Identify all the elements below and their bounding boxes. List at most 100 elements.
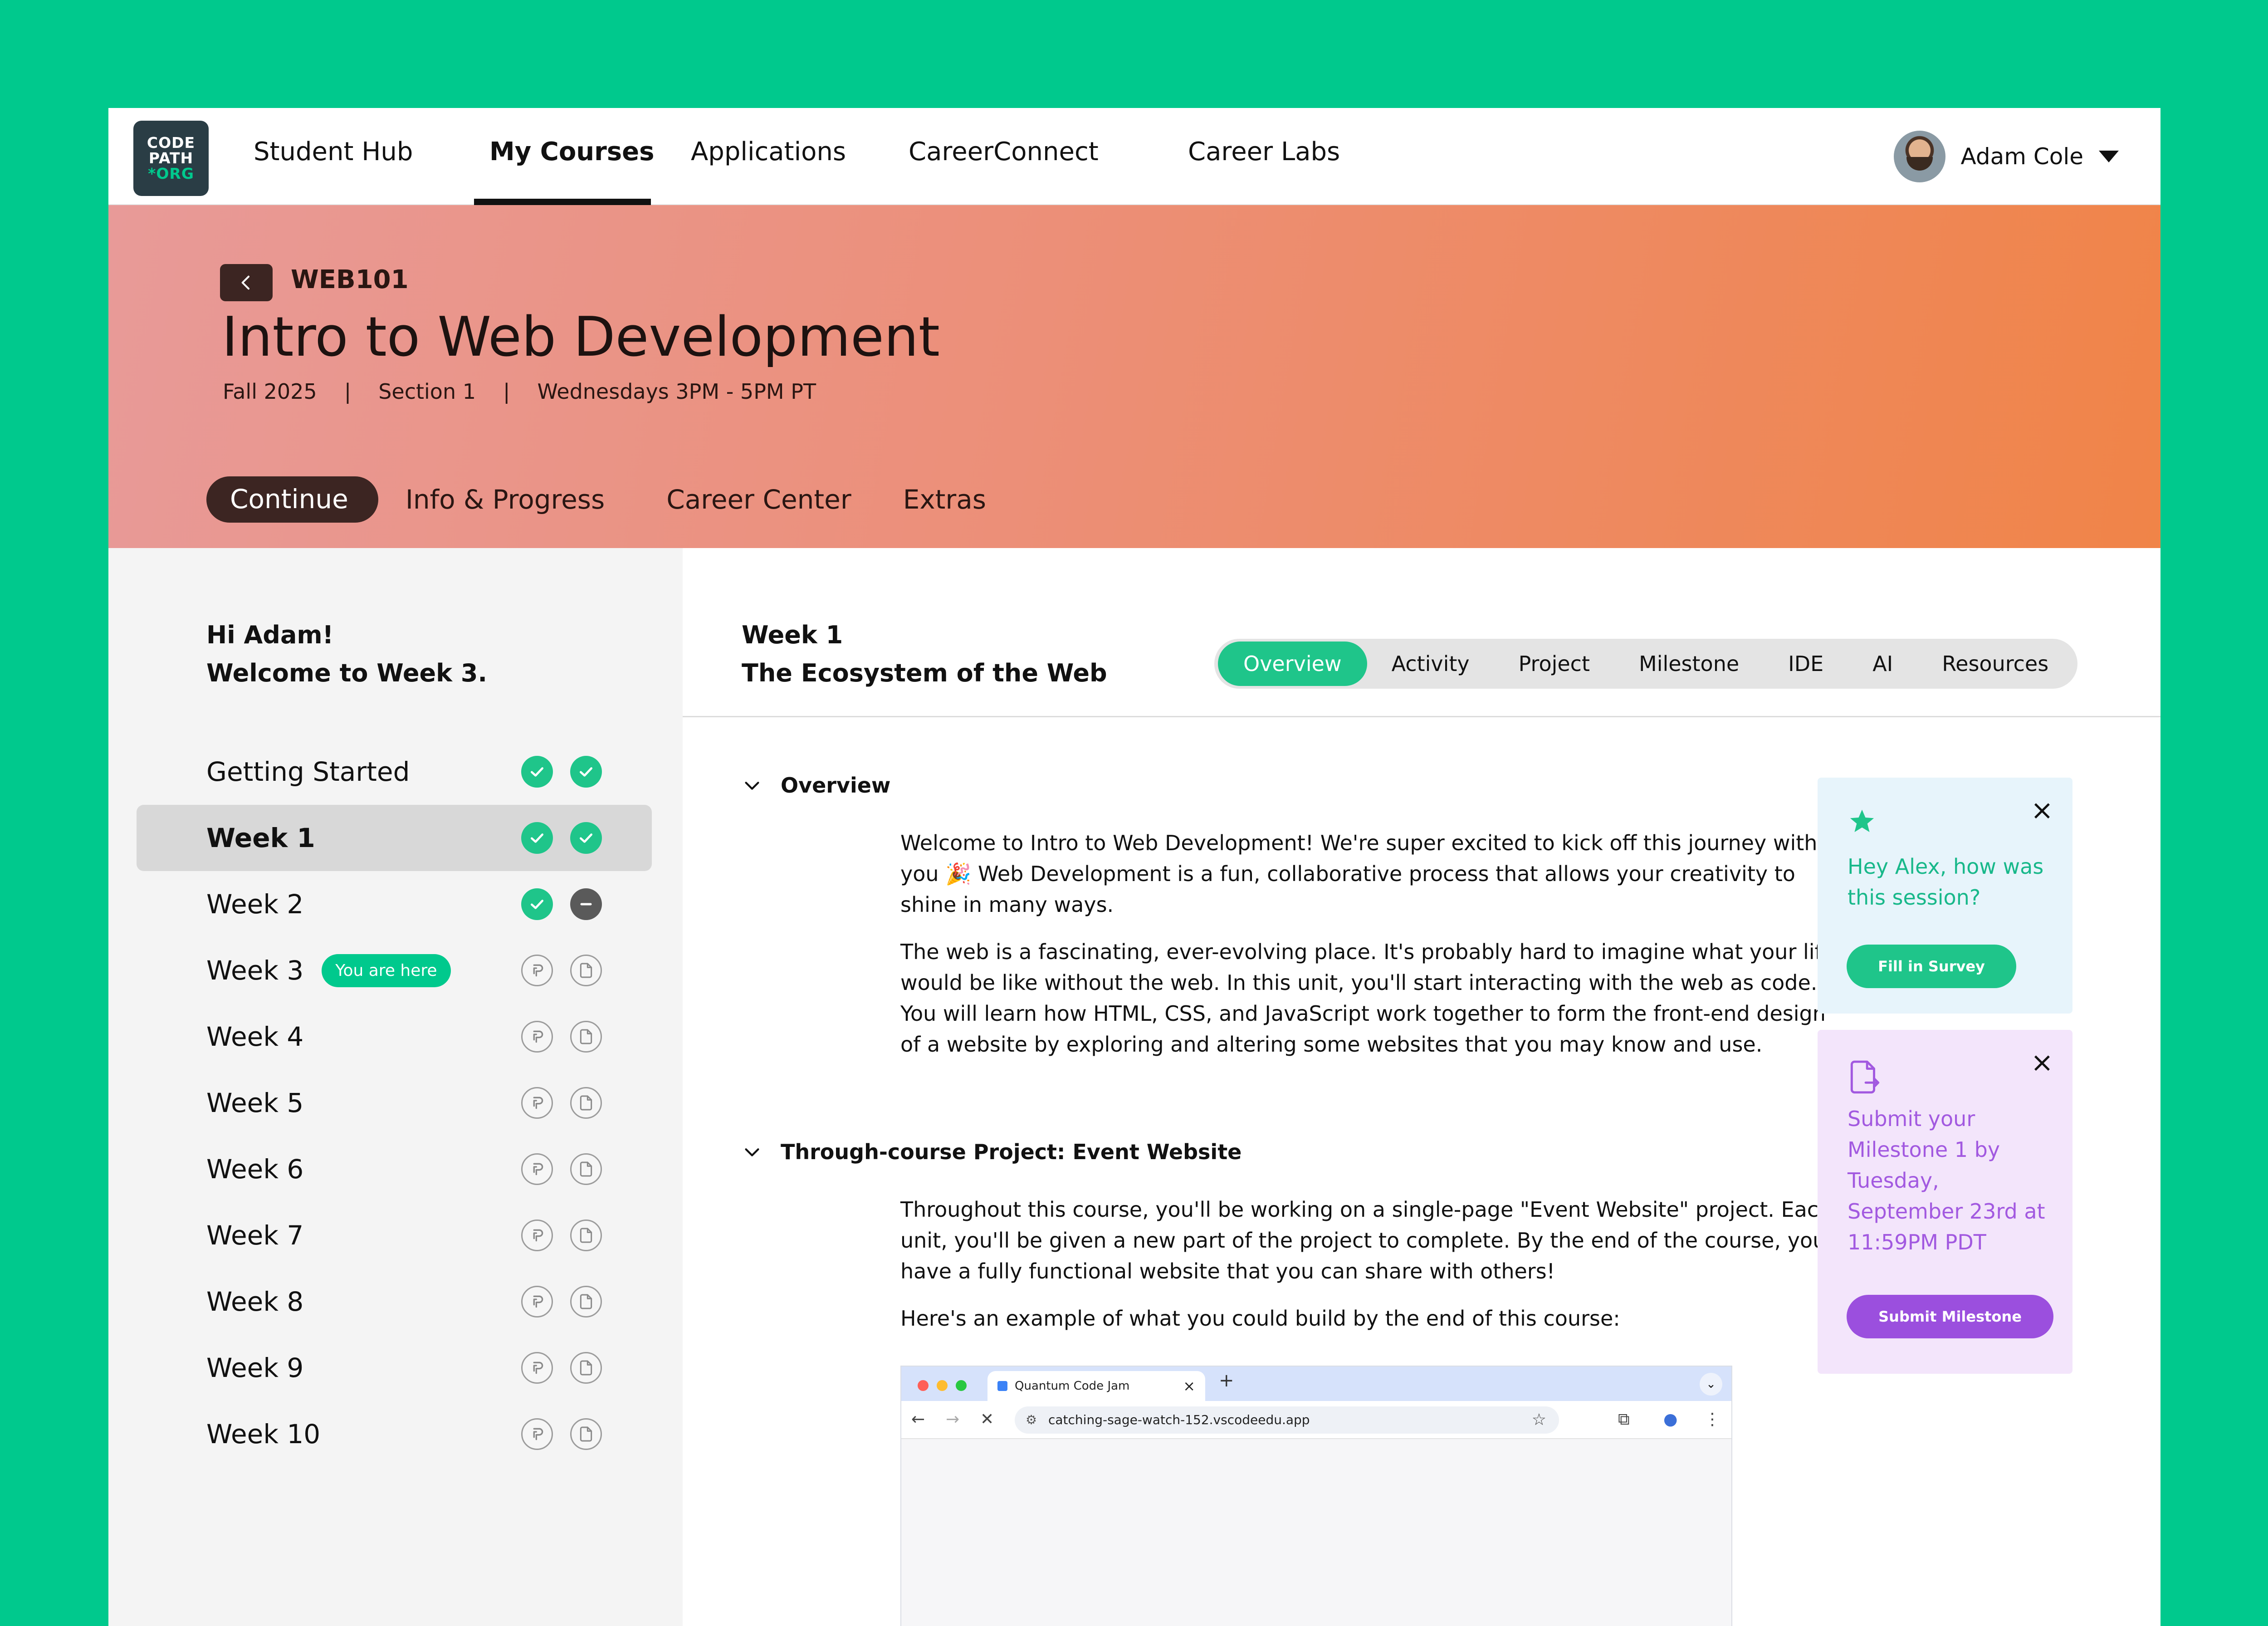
survey-card: × Hey Alex, how was this session? Fill i…	[1818, 778, 2072, 1014]
sidebar-week-item[interactable]: Week 6	[137, 1136, 652, 1202]
user-menu[interactable]: Adam Cole	[1893, 131, 2119, 182]
browser-tab: Quantum Code Jam ×	[987, 1371, 1205, 1401]
nav-career-labs[interactable]: Career Labs	[1188, 137, 1340, 167]
tab-activity[interactable]: Activity	[1367, 651, 1494, 676]
tab-career-center[interactable]: Career Center	[666, 484, 851, 515]
minus-circle-icon	[570, 888, 602, 920]
nav-my-courses[interactable]: My Courses	[489, 137, 654, 167]
browser-address-bar: ← → ✕ ⚙ catching-sage-watch-152.vscodeed…	[901, 1401, 1731, 1439]
tab-list-chevron-icon: ⌄	[1700, 1373, 1722, 1396]
chevron-down-icon	[745, 1148, 759, 1156]
sidebar-week-item[interactable]: Week 2	[137, 871, 652, 937]
tab-resources[interactable]: Resources	[1917, 651, 2073, 676]
document-pending-icon	[570, 955, 602, 986]
chevron-down-icon	[745, 782, 759, 790]
project-pending-icon	[521, 1352, 553, 1384]
avatar	[1893, 131, 1945, 182]
course-hero: WEB101 Intro to Web Development Fall 202…	[108, 205, 2160, 548]
overview-heading: Overview	[781, 773, 891, 798]
tab-ai[interactable]: AI	[1848, 651, 1917, 676]
week-item-label: Week 7	[206, 1220, 304, 1251]
tab-ide[interactable]: IDE	[1764, 651, 1848, 676]
project-pending-icon	[521, 1418, 553, 1450]
check-circle-icon	[570, 822, 602, 854]
course-meta: Fall 2025 | Section 1 | Wednesdays 3PM -…	[223, 379, 816, 404]
document-pending-icon	[570, 1153, 602, 1185]
nav-careerconnect[interactable]: CareerConnect	[909, 137, 1099, 167]
project-pending-icon	[521, 1220, 553, 1251]
user-name: Adam Cole	[1960, 143, 2083, 170]
meta-separator: |	[503, 379, 510, 404]
check-circle-icon	[570, 756, 602, 788]
sidebar-week-item[interactable]: Week 7	[137, 1202, 652, 1268]
week-item-label: Week 6	[206, 1154, 304, 1185]
sidebar-week-item[interactable]: Week 10	[137, 1401, 652, 1467]
forward-arrow-icon: →	[946, 1410, 960, 1429]
project-section-toggle[interactable]: Through-course Project: Event Website	[742, 1140, 1242, 1164]
browser-tab-bar: Quantum Code Jam × + ⌄	[901, 1366, 1731, 1401]
document-pending-icon	[570, 1087, 602, 1119]
tab-overview[interactable]: Overview	[1218, 642, 1367, 686]
tab-info-progress[interactable]: Info & Progress	[406, 484, 605, 515]
logo-line-1: CODE	[147, 134, 196, 152]
maximize-dot-icon	[956, 1380, 967, 1391]
codepath-logo[interactable]: CODE PATH *ORG	[133, 121, 209, 196]
nav-student-hub[interactable]: Student Hub	[254, 137, 413, 167]
week-item-label: Week 5	[206, 1087, 304, 1118]
sidebar-week-item[interactable]: Week 8	[137, 1268, 652, 1335]
survey-prompt: Hey Alex, how was this session?	[1848, 854, 2044, 910]
sidebar-week-item[interactable]: Week 3 You are here	[137, 937, 652, 1004]
project-pending-icon	[521, 955, 553, 986]
project-pending-icon	[521, 1153, 553, 1185]
back-arrow-icon: ←	[911, 1410, 925, 1429]
close-icon[interactable]: ×	[2031, 1049, 2053, 1076]
close-icon[interactable]: ×	[2031, 797, 2053, 824]
sidebar-week-item[interactable]: Week 4	[137, 1004, 652, 1070]
week-item-label: Week 2	[206, 889, 304, 920]
fill-survey-button[interactable]: Fill in Survey	[1847, 945, 2016, 988]
tab-project[interactable]: Project	[1494, 651, 1614, 676]
sidebar-week-item[interactable]: Week 9	[137, 1335, 652, 1401]
project-heading: Through-course Project: Event Website	[781, 1140, 1242, 1164]
tab-continue[interactable]: Continue	[206, 476, 378, 523]
submit-milestone-button[interactable]: Submit Milestone	[1847, 1295, 2053, 1338]
check-circle-icon	[521, 888, 553, 920]
sidebar-week-item[interactable]: Getting Started	[137, 739, 652, 805]
tab-milestone[interactable]: Milestone	[1614, 651, 1764, 676]
caret-down-icon	[2099, 151, 2119, 162]
week-item-label: Week 4	[206, 1021, 304, 1052]
url-field: ⚙ catching-sage-watch-152.vscodeedu.app …	[1015, 1406, 1559, 1434]
week-item-label: Week 9	[206, 1352, 304, 1383]
overview-section-toggle[interactable]: Overview	[742, 773, 890, 798]
meta-separator: |	[344, 379, 352, 404]
logo-line-2: PATH	[148, 149, 194, 167]
favicon-icon	[997, 1381, 1007, 1391]
week-item-label: Week 3	[206, 955, 304, 986]
project-pending-icon	[521, 1087, 553, 1119]
star-icon	[1850, 809, 1874, 832]
sidebar-week-item[interactable]: Week 5	[137, 1070, 652, 1136]
course-title: Intro to Web Development	[222, 306, 940, 369]
main-content: Week 1 The Ecosystem of the Web Overview…	[683, 548, 2160, 1626]
nav-applications[interactable]: Applications	[691, 137, 846, 167]
example-browser-screenshot: Quantum Code Jam × + ⌄ ← → ✕ ⚙ catching-…	[900, 1366, 1732, 1626]
week-list: Getting Started Week 1 Week 2 Week 3 You are…	[137, 739, 652, 1467]
logo-line-3: *ORG	[148, 165, 194, 182]
content-tabs: Overview Activity Project Milestone IDE …	[1214, 639, 2078, 689]
back-button[interactable]	[220, 264, 273, 301]
greeting-line-1: Hi Adam!	[206, 621, 334, 649]
browser-tab-title: Quantum Code Jam	[1015, 1379, 1130, 1393]
close-tab-icon: ×	[1183, 1377, 1195, 1395]
active-nav-indicator	[474, 199, 651, 205]
chevron-left-icon	[241, 275, 249, 290]
course-tabs: Continue Info & Progress Career Center E…	[206, 476, 986, 523]
course-section: Section 1	[378, 379, 476, 404]
week-sidebar: Hi Adam! Welcome to Week 3. Getting Star…	[108, 548, 683, 1626]
top-nav: CODE PATH *ORG Student Hub My Courses Ap…	[108, 108, 2160, 205]
week-item-label: Week 8	[206, 1286, 304, 1317]
week-label: Week 1	[742, 621, 843, 649]
tab-extras[interactable]: Extras	[903, 484, 986, 515]
profile-icon: ●	[1663, 1410, 1678, 1429]
extensions-icon: ⧉	[1618, 1410, 1630, 1429]
sidebar-week-item[interactable]: Week 1	[137, 805, 652, 871]
